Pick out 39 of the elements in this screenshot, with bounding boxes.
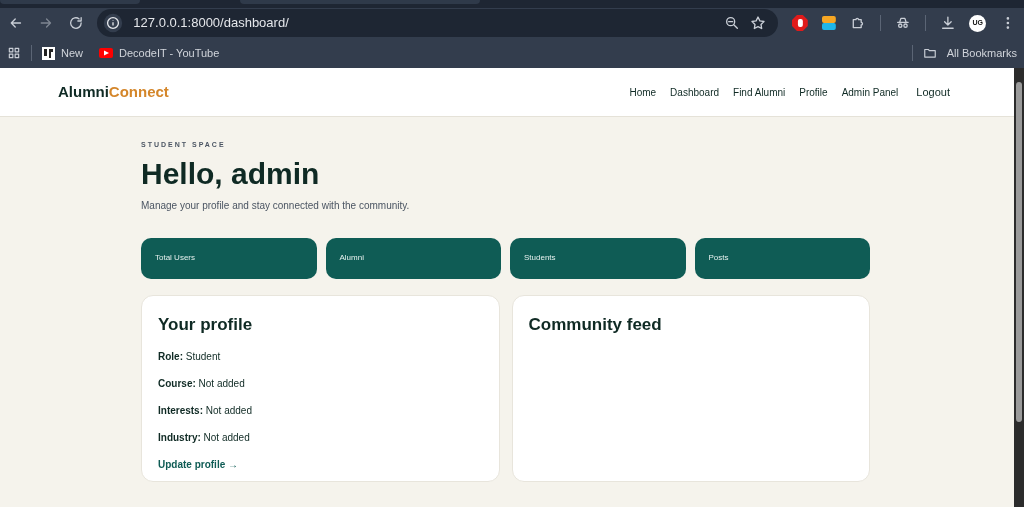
profile-field: Role: Student bbox=[158, 349, 483, 364]
site-logo-icon bbox=[42, 46, 55, 60]
bookmark-link[interactable]: New bbox=[61, 44, 83, 62]
nav-link[interactable]: Profile bbox=[799, 84, 828, 100]
nav-link[interactable]: Home bbox=[629, 84, 657, 100]
page-title: Hello, admin bbox=[141, 155, 321, 192]
stat-card: Students bbox=[510, 237, 686, 279]
video-play-icon bbox=[99, 48, 113, 58]
scrollbar[interactable] bbox=[1014, 68, 1024, 507]
all-bookmarks-link[interactable]: All Bookmarks bbox=[946, 44, 1017, 62]
download-icon[interactable] bbox=[939, 15, 956, 31]
nav-link[interactable]: Dashboard bbox=[670, 84, 720, 100]
incognito-icon[interactable] bbox=[894, 15, 911, 31]
stat-card: Total Users bbox=[141, 237, 317, 279]
brand-logo[interactable]: AlumniConnect bbox=[58, 80, 169, 104]
card-title: Your profile bbox=[158, 313, 254, 336]
apps-grid-icon[interactable] bbox=[7, 46, 21, 60]
nav-link[interactable]: Find Alumni bbox=[733, 84, 786, 100]
extensions-puzzle-icon[interactable] bbox=[850, 15, 866, 31]
profile-field: Industry: Not added bbox=[158, 430, 483, 445]
stat-card: Posts bbox=[694, 237, 870, 279]
nav-link[interactable]: Logout bbox=[916, 83, 950, 101]
url-text: 127.0.0.1:8000/dashboard/ bbox=[133, 14, 290, 33]
folder-icon[interactable] bbox=[922, 46, 937, 60]
card-title: Community feed bbox=[528, 313, 663, 336]
back-icon[interactable] bbox=[8, 15, 24, 31]
profile-field: Interests: Not added bbox=[158, 403, 483, 418]
update-profile-link[interactable]: Update profile → bbox=[158, 457, 483, 472]
converter-extension-icon[interactable] bbox=[822, 16, 837, 30]
address-bar[interactable]: 127.0.0.1:8000/dashboard/ bbox=[97, 9, 779, 37]
info-icon[interactable] bbox=[103, 13, 124, 33]
bookmark-link[interactable]: DecodeIT - YouTube bbox=[119, 44, 220, 62]
nav-link[interactable]: Admin Panel bbox=[841, 84, 899, 100]
page-subtitle: Manage your profile and stay connected with the community. bbox=[141, 198, 411, 213]
zoom-out-icon[interactable] bbox=[724, 15, 741, 31]
stat-card: Alumni bbox=[325, 237, 501, 279]
bookmark-star-icon[interactable] bbox=[750, 15, 767, 31]
profile-field: Course: Not added bbox=[158, 376, 483, 391]
reload-icon[interactable] bbox=[67, 15, 84, 31]
